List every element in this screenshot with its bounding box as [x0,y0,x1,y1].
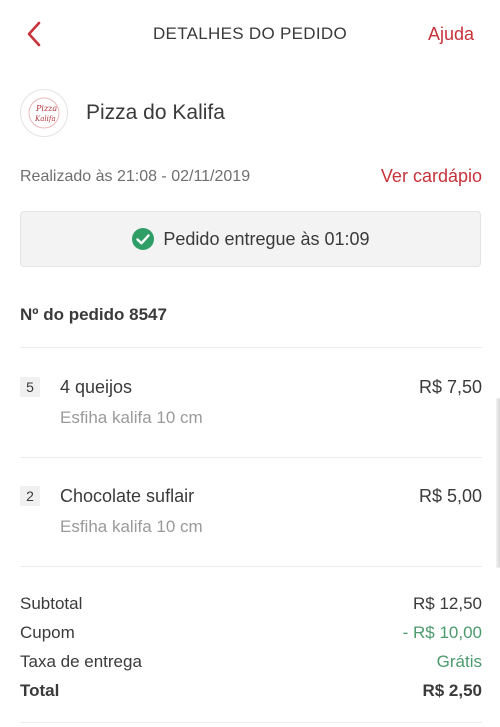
order-status-text: Pedido entregue às 01:09 [163,228,370,249]
view-menu-link[interactable]: Ver cardápio [381,166,482,187]
order-status-banner: Pedido entregue às 01:09 [20,211,481,267]
delivery-fee-value: Grátis [436,652,482,671]
divider [20,566,482,567]
order-placed-time: Realizado às 21:08 - 02/11/2019 [20,168,251,185]
total-value: R$ 2,50 [422,681,482,700]
divider [20,347,482,348]
item-quantity-badge: 2 [20,486,40,506]
item-name: Chocolate suflair [60,486,195,506]
order-item: 2 Chocolate suflair Esfiha kalifa 10 cm … [20,486,482,566]
store-header[interactable]: Pizza Kalifa Pizza do Kalifa [20,88,225,138]
order-meta: Realizado às 21:08 - 02/11/2019 Ver card… [20,166,482,190]
delivery-fee-row: Taxa de entrega Grátis [20,652,482,681]
item-description: Esfiha kalifa 10 cm [60,408,203,427]
item-description: Esfiha kalifa 10 cm [60,517,203,536]
divider [20,722,482,723]
order-item: 5 4 queijos Esfiha kalifa 10 cm R$ 7,50 [20,377,482,457]
total-row: Total R$ 2,50 [20,681,482,710]
top-bar: DETALHES DO PEDIDO Ajuda [0,0,500,70]
pizza-logo-icon: Pizza Kalifa [28,97,60,129]
subtotal-label: Subtotal [20,594,83,613]
total-label: Total [20,681,60,700]
coupon-row: Cupom - R$ 10,00 [20,623,482,652]
page-title: DETALHES DO PEDIDO [152,24,347,43]
item-quantity-badge: 5 [20,377,40,397]
item-price: R$ 5,00 [418,486,482,506]
divider [20,457,482,458]
svg-text:Pizza: Pizza [35,104,57,113]
delivery-fee-label: Taxa de entrega [20,652,142,671]
check-circle-icon [132,228,155,250]
order-number: Nº do pedido 8547 [20,305,167,324]
store-logo: Pizza Kalifa [20,89,68,137]
order-summary: Subtotal R$ 12,50 Cupom - R$ 10,00 Taxa … [20,594,482,710]
help-link[interactable]: Ajuda [428,24,474,45]
item-price: R$ 7,50 [418,377,482,397]
svg-text:Kalifa: Kalifa [34,115,56,123]
subtotal-value: R$ 12,50 [413,594,482,613]
scrollbar[interactable] [496,398,500,568]
coupon-label: Cupom [20,623,75,642]
subtotal-row: Subtotal R$ 12,50 [20,594,482,623]
item-name: 4 queijos [60,377,133,397]
coupon-value: - R$ 10,00 [402,623,482,642]
store-name: Pizza do Kalifa [86,101,225,124]
